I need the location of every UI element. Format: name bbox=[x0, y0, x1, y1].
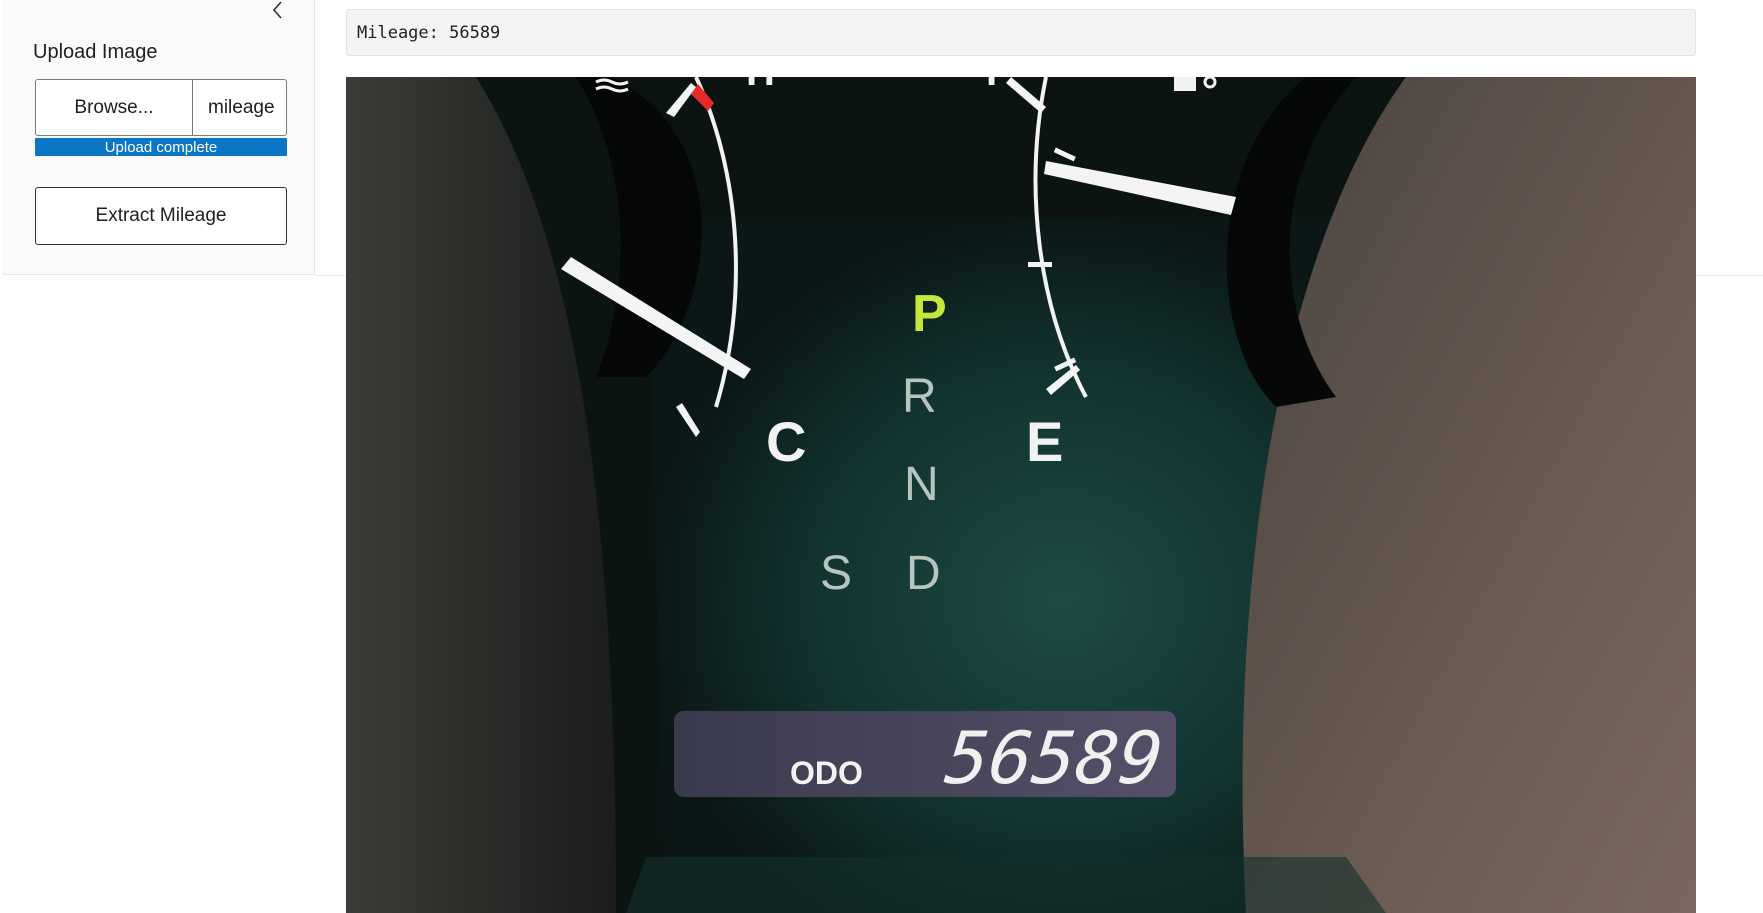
gear-s: S bbox=[820, 547, 852, 600]
gear-r: R bbox=[902, 370, 937, 423]
temp-c-label: C bbox=[766, 410, 806, 473]
fuel-f-label: F bbox=[986, 77, 1010, 94]
file-name-field[interactable]: mileage bbox=[193, 80, 286, 135]
temp-h-label: H bbox=[746, 77, 775, 94]
chevron-left-icon bbox=[272, 1, 282, 19]
upload-progress-bar: Upload complete bbox=[35, 138, 287, 156]
dashboard-photo: P R N S D C E H F ODO 56589 bbox=[346, 77, 1696, 913]
upload-image-label: Upload Image bbox=[33, 41, 158, 63]
sidebar: Upload Image Browse... mileage Upload co… bbox=[2, 0, 315, 275]
fuel-e-label: E bbox=[1026, 410, 1063, 473]
browse-button[interactable]: Browse... bbox=[36, 80, 193, 135]
odometer-value: 56589 bbox=[941, 717, 1167, 801]
gear-n: N bbox=[904, 458, 939, 511]
gear-p: P bbox=[912, 285, 947, 343]
mileage-result: Mileage: 56589 bbox=[346, 9, 1696, 56]
gear-d: D bbox=[906, 547, 941, 600]
file-input-group[interactable]: Browse... mileage bbox=[35, 79, 287, 136]
odo-label: ODO bbox=[790, 755, 863, 791]
extract-mileage-button[interactable]: Extract Mileage bbox=[35, 187, 287, 245]
collapse-sidebar-button[interactable] bbox=[267, 0, 289, 20]
